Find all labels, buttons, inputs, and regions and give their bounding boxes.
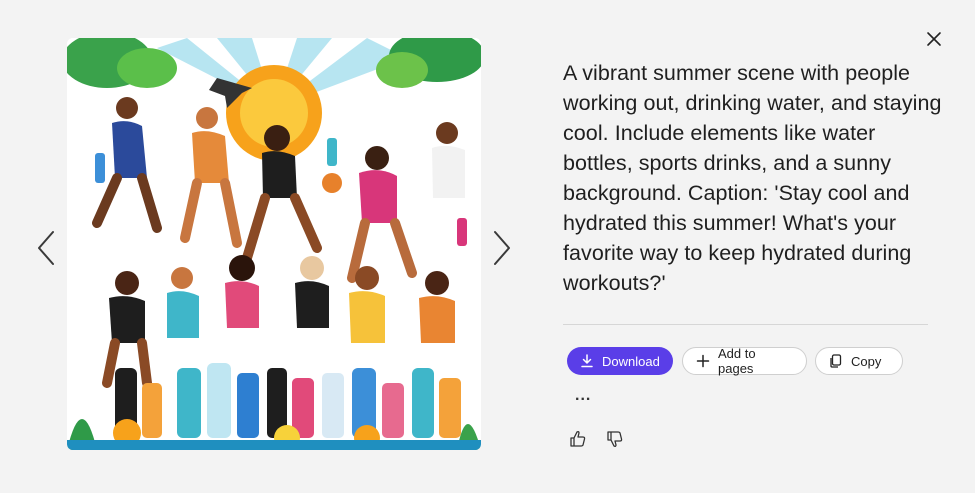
- chevron-left-icon: [38, 231, 54, 265]
- chevron-right-icon: [494, 231, 510, 265]
- close-button[interactable]: [924, 29, 944, 49]
- download-label: Download: [602, 353, 660, 369]
- next-image-button[interactable]: [489, 228, 515, 268]
- plus-icon: [696, 354, 710, 368]
- previous-image-button[interactable]: [33, 228, 59, 268]
- more-options-button[interactable]: ...: [575, 387, 591, 405]
- dislike-button[interactable]: [606, 429, 624, 449]
- copy-label: Copy: [851, 353, 882, 369]
- like-button[interactable]: [569, 429, 587, 449]
- copy-icon: [830, 354, 842, 368]
- thumbs-down-icon: [607, 431, 623, 447]
- copy-button[interactable]: Copy: [815, 347, 903, 375]
- download-icon: [581, 354, 593, 368]
- generated-image[interactable]: [67, 38, 481, 450]
- summer-workout-illustration: [67, 38, 481, 450]
- add-to-pages-label: Add to pages: [718, 346, 756, 376]
- close-icon: [927, 32, 941, 46]
- divider: [563, 324, 928, 325]
- download-button[interactable]: Download: [567, 347, 673, 375]
- add-to-pages-button[interactable]: Add to pages: [682, 346, 807, 376]
- image-prompt-text: A vibrant summer scene with people worki…: [563, 61, 942, 295]
- thumbs-up-icon: [570, 431, 586, 447]
